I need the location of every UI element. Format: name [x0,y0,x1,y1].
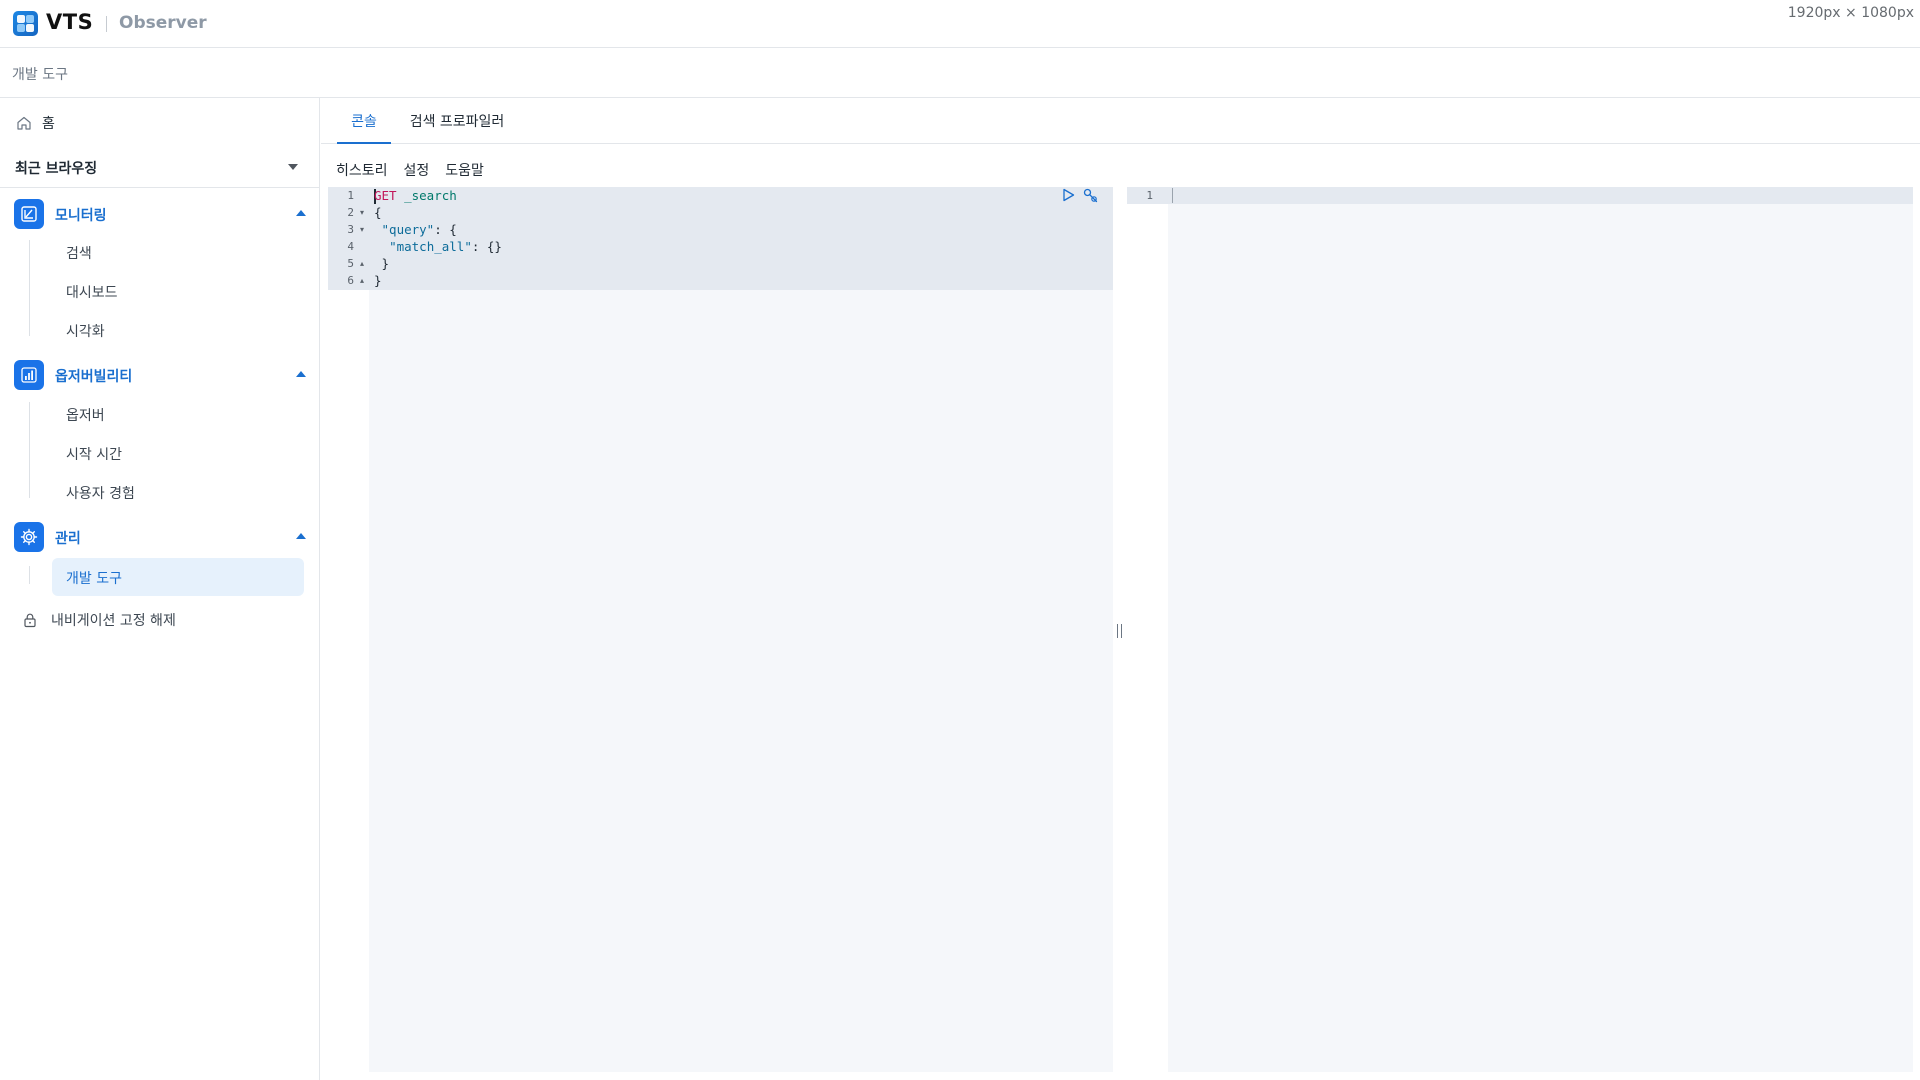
sidebar-item-dashboard[interactable]: 대시보드 [52,272,304,310]
sidebar-item-label: 시각화 [66,324,105,340]
product-name: Observer [119,13,207,33]
sidebar-item-start-time[interactable]: 시작 시간 [52,434,304,472]
tree-line [29,402,30,498]
sidebar-group-label: 관리 [55,531,81,547]
line-number: 1 [347,189,354,202]
tab-console[interactable]: 콘솔 [337,98,391,144]
fold-end-icon: ▴ [360,259,365,268]
fold-toggle-icon[interactable]: ▾ [360,225,364,234]
wrench-icon[interactable] [1083,188,1099,203]
top-header: VTS Observer 1920px × 1080px [0,0,1920,48]
code-line-2: { [374,205,382,220]
brace: } [374,273,382,288]
line-gutter [1127,187,1168,1072]
fold-toggle-icon[interactable]: ▾ [360,208,364,217]
breadcrumb: 개발 도구 [0,49,1920,98]
sidebar-item-home[interactable]: 홈 [16,112,55,134]
panel-resize-handle[interactable] [1117,624,1122,638]
unpin-navigation-button[interactable]: 내비게이션 고정 해제 [22,610,176,630]
text-cursor [1172,188,1173,203]
settings-button[interactable]: 설정 [404,160,430,180]
brace: { [374,205,382,220]
tab-bar: 콘솔 검색 프로파일러 [321,98,1920,144]
tree-line [29,240,30,336]
chevron-up-icon[interactable] [296,533,306,539]
line-number: 3 [347,223,354,236]
tab-search-profiler[interactable]: 검색 프로파일러 [392,98,522,144]
sidebar-item-label: 대시보드 [66,285,118,301]
line-gutter [328,187,369,1072]
breadcrumb-current: 개발 도구 [12,67,68,83]
code-line-3: "query": { [374,222,457,237]
json-punct: : { [434,222,457,237]
chevron-up-icon[interactable] [296,210,306,216]
monitoring-icon [14,199,44,229]
fold-end-icon: ▴ [360,276,365,285]
sidebar-group-management[interactable]: 관리 [14,522,306,552]
history-button[interactable]: 히스토리 [336,160,388,180]
sidebar-item-label: 검색 [66,246,92,262]
sidebar-item-visualize[interactable]: 시각화 [52,311,304,349]
code-line-6: } [374,273,382,288]
request-editor[interactable]: 1 2 ▾ 3 ▾ 4 5 ▴ 6 ▴ GET _search { "query… [328,187,1113,1072]
line-number: 2 [347,206,354,219]
line-number: 5 [347,257,354,270]
viewport-size-label: 1920px × 1080px [1787,5,1914,21]
tab-label: 콘솔 [351,114,377,130]
sidebar-item-dev-tools[interactable]: 개발 도구 [52,558,304,596]
unpin-navigation-label: 내비게이션 고정 해제 [51,613,176,629]
response-editor[interactable]: 1 [1127,187,1913,1072]
line-number: 4 [347,240,354,253]
chevron-up-icon[interactable] [296,371,306,377]
console-toolbar: 히스토리 설정 도움말 [336,160,484,180]
code-line-4: "match_all": {} [374,239,502,254]
http-method: GET [374,188,397,203]
request-actions [1062,188,1099,203]
json-punct: : {} [471,239,502,254]
sidebar-item-label: 사용자 경험 [66,486,135,502]
recent-browsing-toggle[interactable]: 최근 브라우징 [0,146,320,188]
play-icon[interactable] [1062,188,1075,202]
vts-logo-icon[interactable] [13,11,38,36]
sidebar-item-user-experience[interactable]: 사용자 경험 [52,473,304,511]
sidebar-item-label: 시작 시간 [66,447,122,463]
line-number: 1 [1146,189,1153,202]
sidebar-group-label: 옵저버빌리티 [55,369,133,385]
gear-icon [14,522,44,552]
home-icon [17,116,31,130]
brand-name[interactable]: VTS [46,10,93,34]
sidebar: 홈 최근 브라우징 모니터링 검색 대시보드 시각화 옵저버빌리티 옵저버 시작… [0,98,320,1080]
sidebar-group-label: 모니터링 [55,208,107,224]
tab-label: 검색 프로파일러 [409,114,505,130]
code-line-1: GET _search [374,188,457,203]
sidebar-item-search[interactable]: 검색 [52,233,304,271]
chevron-down-icon [288,164,298,170]
sidebar-item-observer[interactable]: 옵저버 [52,395,304,433]
request-path: _search [404,188,457,203]
tree-line [29,566,30,584]
sidebar-item-label: 홈 [42,116,55,132]
lock-icon [24,613,36,628]
sidebar-group-observability[interactable]: 옵저버빌리티 [14,360,306,390]
recent-browsing-label: 최근 브라우징 [15,161,98,177]
brand-divider [106,16,107,32]
json-key: "query" [381,222,435,237]
help-button[interactable]: 도움말 [445,160,484,180]
bar-chart-icon [14,360,44,390]
sidebar-group-monitoring[interactable]: 모니터링 [14,199,306,229]
json-key: "match_all" [389,239,472,254]
sidebar-item-label: 개발 도구 [66,571,122,587]
brace: } [381,256,390,271]
code-line-5: } [374,256,390,271]
active-line-highlight [1127,187,1913,204]
sidebar-item-label: 옵저버 [66,408,105,424]
line-number: 6 [347,274,354,287]
